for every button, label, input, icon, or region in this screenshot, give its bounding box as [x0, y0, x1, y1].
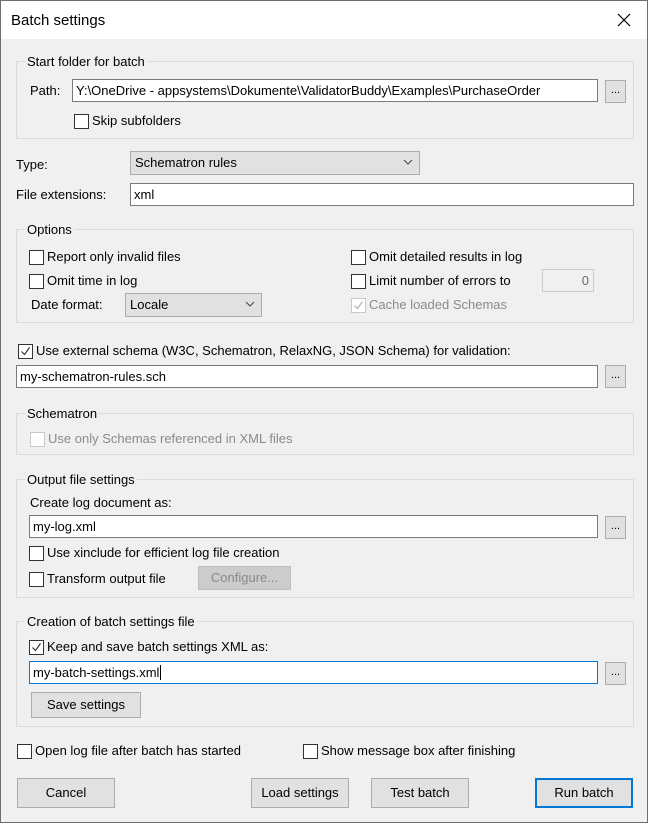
file-extensions-input[interactable]: xml — [130, 183, 634, 206]
skip-subfolders-checkbox[interactable]: Skip subfolders — [74, 113, 181, 129]
show-message-box-box — [303, 743, 318, 759]
report-only-invalid-label: Report only invalid files — [47, 249, 181, 264]
omit-detailed-box — [351, 249, 366, 265]
load-settings-button[interactable]: Load settings — [251, 778, 349, 808]
cache-schemas-label: Cache loaded Schemas — [369, 297, 508, 312]
open-log-after-label: Open log file after batch has started — [35, 743, 241, 758]
batch-settings-file-browse-button[interactable]: ... — [605, 662, 626, 685]
report-only-invalid-checkbox[interactable]: Report only invalid files — [29, 249, 181, 265]
type-label: Type: — [16, 157, 48, 172]
use-external-schema-box — [18, 343, 33, 359]
title-bar: Batch settings — [1, 1, 647, 39]
close-button[interactable] — [601, 1, 647, 39]
transform-output-checkbox[interactable]: Transform output file — [29, 571, 166, 587]
window-title: Batch settings — [11, 12, 106, 29]
batch-settings-file-legend: Creation of batch settings file — [25, 614, 197, 629]
close-icon — [617, 13, 631, 27]
show-message-box-label: Show message box after finishing — [321, 743, 516, 758]
batch-settings-dialog: Batch settings Start folder for batch Pa… — [0, 0, 648, 823]
batch-settings-file-value: my-batch-settings.xml — [33, 665, 160, 680]
checkmark-icon — [32, 642, 41, 651]
transform-output-box — [29, 571, 44, 587]
external-schema-input[interactable]: my-schematron-rules.sch — [16, 365, 598, 388]
omit-time-box — [29, 273, 44, 289]
type-select-value: Schematron rules — [135, 155, 237, 170]
limit-errors-checkbox[interactable]: Limit number of errors to — [351, 273, 511, 289]
keep-and-save-label: Keep and save batch settings XML as: — [47, 639, 269, 654]
create-log-label: Create log document as: — [30, 495, 172, 510]
cancel-button[interactable]: Cancel — [17, 778, 115, 808]
date-format-select[interactable]: Locale — [125, 293, 262, 317]
limit-errors-label: Limit number of errors to — [369, 273, 511, 288]
omit-detailed-checkbox[interactable]: Omit detailed results in log — [351, 249, 522, 265]
omit-time-label: Omit time in log — [47, 273, 138, 288]
cache-schemas-box — [351, 297, 366, 313]
configure-button[interactable]: Configure... — [198, 566, 291, 590]
report-only-invalid-box — [29, 249, 44, 265]
use-xinclude-box — [29, 545, 44, 561]
omit-detailed-label: Omit detailed results in log — [369, 249, 523, 264]
chevron-down-icon — [245, 301, 255, 307]
schematron-legend: Schematron — [25, 406, 100, 421]
skip-subfolders-label: Skip subfolders — [92, 113, 181, 128]
log-document-input[interactable]: my-log.xml — [29, 515, 598, 538]
use-xinclude-label: Use xinclude for efficient log file crea… — [47, 545, 280, 560]
type-select[interactable]: Schematron rules — [130, 151, 420, 175]
use-only-referenced-checkbox[interactable]: Use only Schemas referenced in XML files — [30, 431, 292, 447]
start-folder-legend: Start folder for batch — [25, 54, 147, 69]
use-only-referenced-box — [30, 431, 45, 447]
file-extensions-label: File extensions: — [16, 187, 107, 202]
omit-time-checkbox[interactable]: Omit time in log — [29, 273, 137, 289]
open-log-after-box — [17, 743, 32, 759]
path-browse-button[interactable]: ... — [605, 80, 626, 103]
keep-and-save-checkbox[interactable]: Keep and save batch settings XML as: — [29, 639, 268, 655]
date-format-value: Locale — [130, 297, 169, 312]
save-settings-button[interactable]: Save settings — [31, 692, 141, 718]
text-caret — [160, 665, 162, 680]
output-settings-legend: Output file settings — [25, 472, 137, 487]
cache-schemas-checkbox[interactable]: Cache loaded Schemas — [351, 297, 507, 313]
chevron-down-icon — [403, 159, 413, 165]
path-label: Path: — [30, 83, 61, 98]
options-legend: Options — [25, 222, 74, 237]
path-input[interactable]: Y:\OneDrive - appsystems\Dokumente\Valid… — [72, 79, 598, 102]
use-external-schema-label: Use external schema (W3C, Schematron, Re… — [36, 343, 511, 358]
batch-settings-file-input[interactable]: my-batch-settings.xml — [29, 661, 598, 684]
use-only-referenced-label: Use only Schemas referenced in XML files — [48, 431, 293, 446]
use-external-schema-checkbox[interactable]: Use external schema (W3C, Schematron, Re… — [18, 343, 511, 359]
log-document-browse-button[interactable]: ... — [605, 516, 626, 539]
limit-errors-box — [351, 273, 366, 289]
show-message-box-checkbox[interactable]: Show message box after finishing — [303, 743, 515, 759]
use-xinclude-checkbox[interactable]: Use xinclude for efficient log file crea… — [29, 545, 279, 561]
skip-subfolders-box — [74, 113, 89, 129]
run-batch-button[interactable]: Run batch — [535, 778, 633, 808]
test-batch-button[interactable]: Test batch — [371, 778, 469, 808]
date-format-label: Date format: — [31, 297, 103, 312]
limit-errors-input[interactable]: 0 — [542, 269, 594, 292]
checkmark-icon — [21, 346, 30, 355]
external-schema-browse-button[interactable]: ... — [605, 365, 626, 388]
checkmark-icon — [354, 300, 363, 309]
transform-output-label: Transform output file — [47, 571, 166, 586]
keep-and-save-box — [29, 639, 44, 655]
open-log-after-checkbox[interactable]: Open log file after batch has started — [17, 743, 241, 759]
